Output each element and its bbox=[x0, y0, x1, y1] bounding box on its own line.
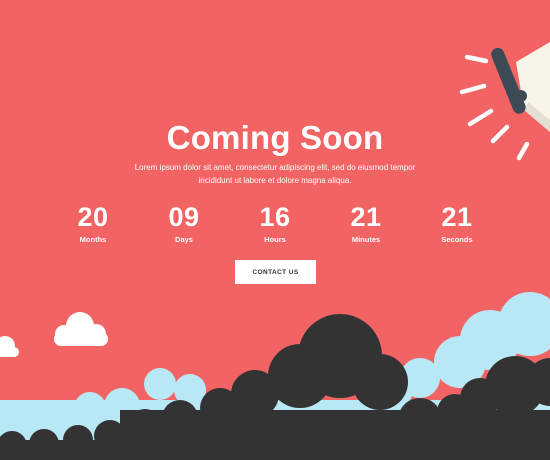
countdown-value: 21 bbox=[350, 202, 382, 232]
countdown-months: 20 Months bbox=[53, 200, 133, 245]
contact-us-button[interactable]: CONTACT US bbox=[235, 260, 316, 284]
countdown-days: 09 Days bbox=[144, 200, 224, 245]
countdown-value: 09 bbox=[168, 202, 200, 232]
white-cloud-icon bbox=[54, 312, 108, 346]
coming-soon-page: Coming Soon Lorem ipsum dolor sit amet, … bbox=[0, 0, 550, 460]
subtitle-text: Lorem ipsum dolor sit amet, consectetur … bbox=[134, 163, 416, 185]
page-title: Coming Soon bbox=[166, 119, 384, 156]
countdown-label: Months bbox=[79, 235, 107, 244]
countdown-hours: 16 Hours bbox=[235, 200, 315, 245]
countdown-value: 20 bbox=[77, 202, 109, 232]
countdown-timer: 20 Months 09 Days 16 Hours 21 Minutes 21… bbox=[0, 200, 550, 252]
cloud-illustration bbox=[0, 292, 550, 460]
countdown-label: Minutes bbox=[351, 235, 381, 244]
countdown-seconds: 21 Seconds bbox=[417, 200, 497, 245]
white-cloud-small-icon bbox=[0, 336, 19, 357]
countdown-label: Days bbox=[175, 235, 193, 244]
hero-section: Coming Soon Lorem ipsum dolor sit amet, … bbox=[0, 118, 550, 187]
countdown-label: Hours bbox=[264, 235, 286, 244]
countdown-value: 21 bbox=[441, 202, 473, 232]
countdown-label: Seconds bbox=[441, 235, 473, 244]
countdown-value: 16 bbox=[259, 202, 291, 232]
countdown-minutes: 21 Minutes bbox=[326, 200, 406, 245]
